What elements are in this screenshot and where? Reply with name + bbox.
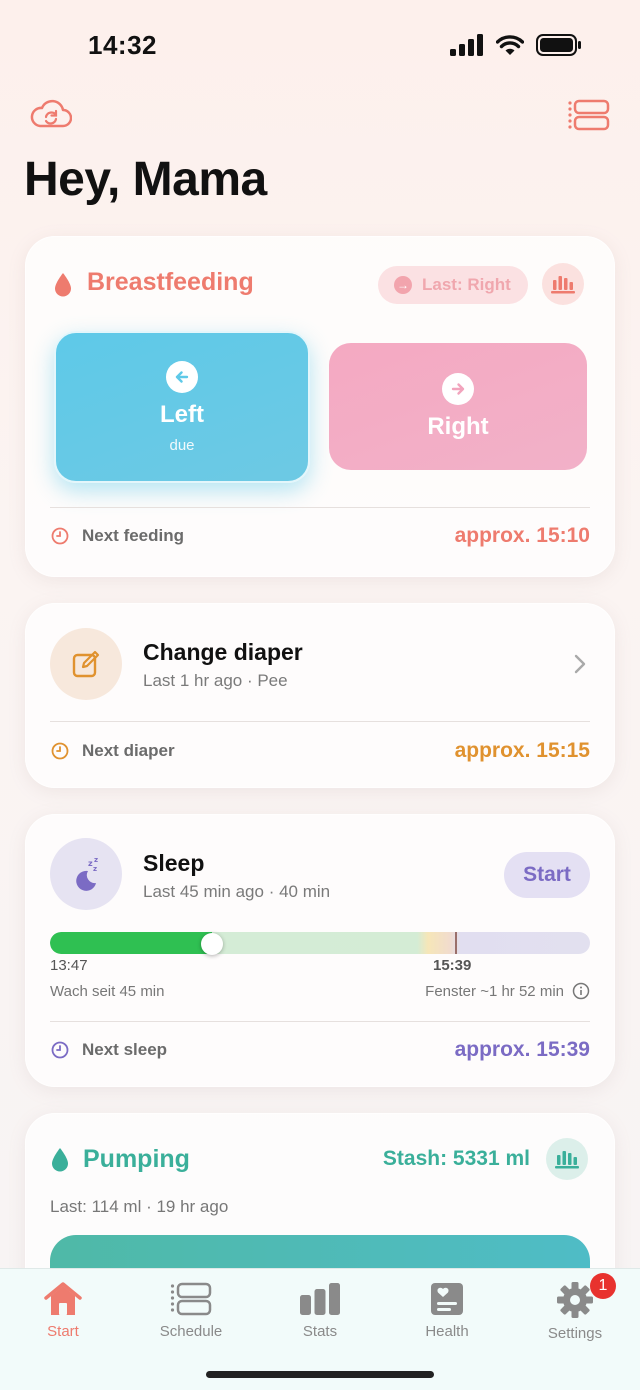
- next-diaper-value: approx. 15:15: [454, 739, 590, 762]
- home-indicator: [206, 1371, 434, 1378]
- next-feeding-value: approx. 15:10: [454, 524, 590, 547]
- tab-health-label: Health: [425, 1323, 469, 1340]
- next-feeding-row: Next feeding approx. 15:10: [50, 524, 590, 548]
- health-icon: [431, 1283, 463, 1315]
- next-sleep-row: Next sleep approx. 15:39: [50, 1038, 590, 1062]
- arrow-right-icon: [442, 372, 474, 405]
- next-feeding-label: Next feeding: [82, 526, 185, 545]
- tab-health[interactable]: Health: [392, 1281, 502, 1340]
- settings-badge: 1: [590, 1273, 616, 1299]
- moon-zzz-icon: z z z: [76, 857, 98, 891]
- chevron-right-icon: [574, 654, 586, 674]
- bar-chart-icon: [555, 1151, 579, 1169]
- bar-chart-icon: [551, 276, 575, 294]
- next-diaper-row: Next diaper approx. 15:15: [50, 739, 590, 763]
- pumping-last-label: Last: 114 ml · 19 hr ago: [50, 1197, 229, 1216]
- divider: [50, 507, 590, 508]
- divider: [50, 721, 590, 722]
- tab-settings-label: Settings: [547, 1325, 603, 1342]
- last-side-pill: → Last: Right: [378, 266, 528, 304]
- info-icon[interactable]: [572, 982, 590, 1000]
- tab-stats[interactable]: Stats: [265, 1281, 375, 1340]
- clock-icon: [51, 742, 69, 760]
- tab-start[interactable]: Start: [8, 1281, 118, 1340]
- sleep-card: z z z Sleep Last 45 min ago · 40 min Sta…: [25, 814, 615, 1087]
- status-icons: [450, 34, 582, 56]
- clock-icon: [51, 1041, 69, 1059]
- divider: [50, 1021, 590, 1022]
- timeline-start-time: 13:47: [50, 957, 88, 974]
- svg-text:z: z: [93, 865, 97, 873]
- next-diaper-label: Next diaper: [82, 741, 175, 760]
- svg-text:z: z: [94, 857, 98, 864]
- tab-stats-label: Stats: [302, 1323, 338, 1340]
- signal-icon: [450, 34, 483, 56]
- left-side-due-label: due: [169, 436, 195, 454]
- sleep-title: Sleep: [143, 850, 205, 876]
- next-sleep-value: approx. 15:39: [454, 1038, 590, 1061]
- feeding-stats-button[interactable]: [542, 263, 584, 305]
- left-side-button[interactable]: Left due: [54, 331, 310, 483]
- wifi-icon: [496, 35, 524, 55]
- status-bar: 14:32: [0, 0, 640, 90]
- tab-schedule[interactable]: Schedule: [136, 1281, 246, 1340]
- timeline-marker-time: 15:39: [433, 957, 472, 974]
- tab-start-label: Start: [47, 1323, 79, 1340]
- tab-settings[interactable]: 1 Settings: [520, 1273, 630, 1342]
- diaper-subtitle: Last 1 hr ago · Pee: [143, 671, 288, 690]
- diaper-avatar: [50, 628, 122, 700]
- breastfeeding-title: Breastfeeding: [87, 268, 254, 296]
- sleep-timeline-knob[interactable]: [201, 933, 223, 955]
- sleep-window-caption: Fenster ~1 hr 52 min: [425, 982, 564, 1000]
- status-time: 14:32: [88, 30, 157, 60]
- edit-icon: [72, 650, 100, 678]
- battery-icon: [536, 34, 581, 56]
- last-side-label: Last: Right: [422, 275, 511, 294]
- arrow-right-icon: →: [394, 276, 412, 294]
- next-sleep-label: Next sleep: [82, 1040, 168, 1059]
- right-side-button[interactable]: Right: [329, 343, 587, 470]
- diaper-title: Change diaper: [143, 639, 303, 665]
- sleep-avatar: z z z: [50, 838, 122, 910]
- sleep-timeline-progress: [50, 932, 212, 954]
- stats-icon: [300, 1283, 340, 1315]
- schedule-icon: [170, 1282, 212, 1316]
- drop-icon: [52, 1148, 68, 1172]
- drop-icon: [55, 273, 71, 297]
- pumping-stats-button[interactable]: [546, 1138, 588, 1180]
- gear-icon: [557, 1282, 593, 1318]
- arrow-left-icon: [166, 360, 198, 393]
- home-icon: [44, 1282, 82, 1315]
- cloud-sync-icon[interactable]: [30, 98, 73, 135]
- awake-duration-caption: Wach seit 45 min: [50, 983, 165, 1000]
- diaper-card[interactable]: Change diaper Last 1 hr ago · Pee Next d…: [25, 603, 615, 788]
- pumping-title: Pumping: [83, 1145, 190, 1173]
- sleep-timeline-track: [50, 932, 590, 954]
- timeline-icon[interactable]: [568, 99, 610, 136]
- right-side-label: Right: [427, 412, 489, 440]
- stash-label: Stash: 5331 ml: [382, 1147, 530, 1170]
- greeting-title: Hey, Mama: [24, 153, 267, 206]
- left-side-label: Left: [160, 400, 204, 428]
- sleep-start-button[interactable]: Start: [504, 852, 590, 898]
- sleep-window-caption-row: Fenster ~1 hr 52 min: [425, 982, 590, 1000]
- sleep-subtitle: Last 45 min ago · 40 min: [143, 882, 331, 901]
- breastfeeding-card: Breastfeeding → Last: Right Left due Rig…: [25, 236, 615, 577]
- tab-schedule-label: Schedule: [159, 1323, 223, 1340]
- clock-icon: [51, 527, 69, 545]
- sleep-window-marker: [455, 932, 457, 954]
